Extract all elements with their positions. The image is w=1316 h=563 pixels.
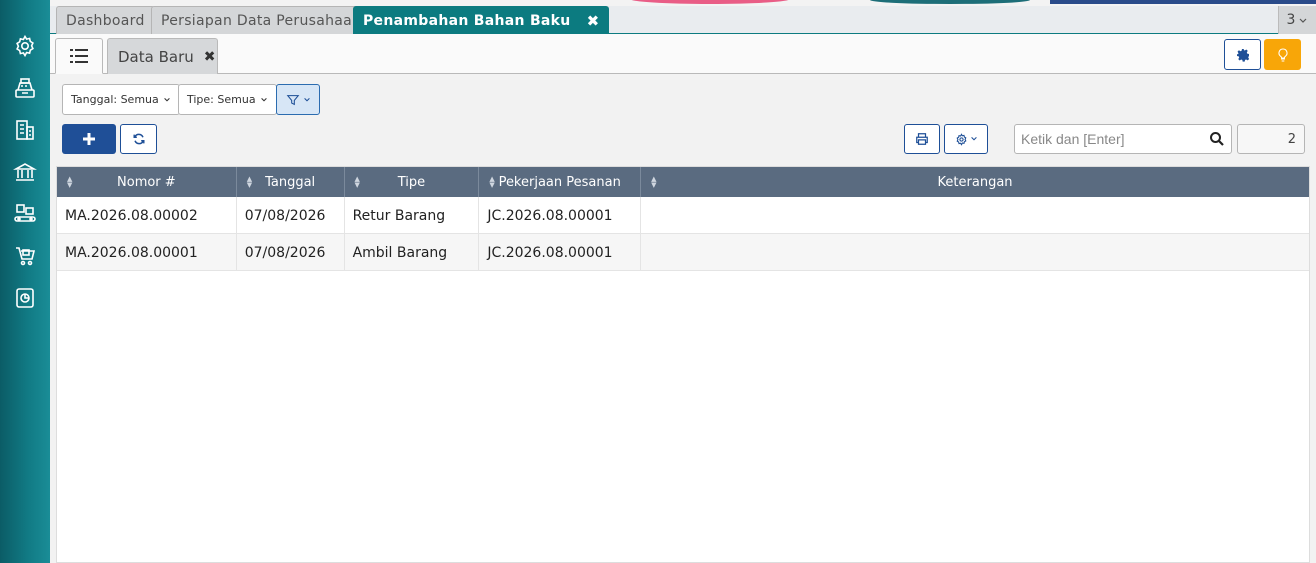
subtab-label: Data Baru [118,47,194,66]
tab-label: Persiapan Data Perusahaan [161,12,362,29]
tab-label: Dashboard [66,12,145,29]
list-view-tab[interactable] [55,38,103,74]
tab-count-dropdown[interactable]: 3 [1278,6,1316,34]
close-icon[interactable]: ✖ [587,12,600,30]
table-row[interactable]: MA.2026.08.00002 07/08/2026 Retur Barang… [57,197,1309,234]
filter-tipe-label: Tipe: Semua [187,93,256,106]
sort-icon: ▲ ▼ [67,175,73,189]
cell-tipe: Ambil Barang [345,234,480,271]
cell-tanggal: 07/08/2026 [237,197,345,234]
conveyor-icon[interactable] [11,200,39,228]
cell-tipe: Retur Barang [345,197,480,234]
table-header: ▲ ▼ Nomor # ▲ ▼ Tanggal ▲ ▼ Tipe ▲ ▼ Pekerjaan P… [57,167,1309,197]
cell-keterangan [641,197,1309,234]
column-header-tipe[interactable]: ▲ ▼ Tipe [345,167,480,197]
tips-button[interactable] [1264,39,1301,70]
cell-tanggal: 07/08/2026 [237,234,345,271]
cell-pekerjaan-pesanan: JC.2026.08.00001 [479,197,642,234]
print-button[interactable] [904,124,940,154]
gear-icon [956,132,966,146]
cash-register-icon[interactable] [11,74,39,102]
chevron-down-icon [303,97,310,102]
chevron-down-icon [163,97,170,102]
tab-count-label: 3 [1286,12,1296,28]
column-header-keterangan[interactable]: ▲ ▼ Keterangan [641,167,1309,197]
gear-icon [1236,48,1249,62]
plus-icon [83,133,95,145]
sort-icon: ▲ ▼ [489,175,495,189]
cart-icon[interactable] [11,242,39,270]
lightbulb-icon [1277,47,1288,62]
filter-tipe[interactable]: Tipe: Semua [178,84,277,115]
column-label: Keterangan [937,174,1013,190]
subtab-bar: Data Baru ✖ [50,34,1316,74]
search-icon[interactable] [1209,131,1225,147]
column-header-pekerjaan-pesanan[interactable]: ▲ ▼ Pekerjaan Pesanan [479,167,642,197]
tab-penambahan-bahan-baku[interactable]: Penambahan Bahan Baku ✖ [353,6,610,35]
settings-button[interactable] [1224,39,1261,70]
refresh-icon [132,133,145,145]
report-icon[interactable] [11,284,39,312]
column-label: Nomor # [117,174,176,190]
list-icon [70,49,88,63]
chevron-down-icon [1300,18,1307,23]
table-row[interactable]: MA.2026.08.00001 07/08/2026 Ambil Barang… [57,234,1309,271]
add-button[interactable] [62,124,116,154]
search-input[interactable] [1015,125,1201,153]
cell-pekerjaan-pesanan: JC.2026.08.00001 [479,234,642,271]
column-header-nomor[interactable]: ▲ ▼ Nomor # [57,167,237,197]
bank-icon[interactable] [11,158,39,186]
cell-nomor: MA.2026.08.00002 [57,197,237,234]
refresh-button[interactable] [120,124,157,154]
filter-tanggal[interactable]: Tanggal: Semua [62,84,180,115]
column-label: Tipe [397,174,426,190]
cell-nomor: MA.2026.08.00001 [57,234,237,271]
tab-dashboard[interactable]: Dashboard [56,6,155,34]
close-icon[interactable]: ✖ [204,49,216,65]
record-count: 2 [1237,124,1305,154]
printer-icon [916,133,928,145]
data-table: ▲ ▼ Nomor # ▲ ▼ Tanggal ▲ ▼ Tipe ▲ ▼ Pekerjaan P… [56,166,1310,563]
tab-label: Penambahan Bahan Baku [363,13,571,29]
column-label: Pekerjaan Pesanan [498,174,621,190]
search-box [1014,124,1232,154]
sidebar [0,0,50,563]
subtab-data-baru[interactable]: Data Baru ✖ [107,38,218,74]
chevron-down-icon [260,97,267,102]
sort-icon: ▲ ▼ [246,175,253,189]
filter-button[interactable] [276,84,320,115]
chevron-down-icon [970,137,977,141]
column-label: Tanggal [265,174,316,190]
main-tabbar: Dashboard Persiapan Data Perusahaan Pena… [50,6,1316,35]
filter-icon [286,94,299,105]
cell-keterangan [641,234,1309,271]
sort-icon: ▲ ▼ [651,175,657,189]
gear-icon[interactable] [11,32,39,60]
tab-persiapan-data-perusahaan[interactable]: Persiapan Data Perusahaan [151,6,372,34]
column-settings-button[interactable] [944,124,988,154]
sort-icon: ▲ ▼ [354,175,360,189]
content-panel: Data Baru ✖ Tanggal: Semua Tipe: Semua K… [50,34,1316,563]
record-count-value: 2 [1287,131,1296,147]
column-header-tanggal[interactable]: ▲ ▼ Tanggal [237,167,345,197]
filter-tanggal-label: Tanggal: Semua [71,93,159,106]
building-icon[interactable] [11,116,39,144]
